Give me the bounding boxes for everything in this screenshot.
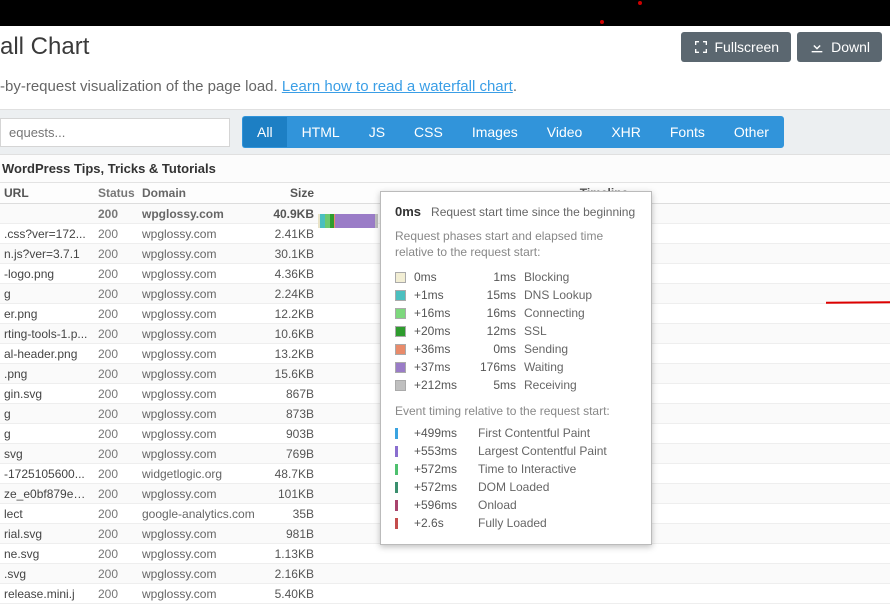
event-row: +2.6sFully Loaded [395,514,637,532]
request-tooltip: 0msRequest start time since the beginnin… [380,191,652,545]
phase-row: +1ms15msDNS Lookup [395,286,637,304]
context-title: WordPress Tips, Tricks & Tutorials [0,155,890,183]
phase-row: 0ms1msBlocking [395,268,637,286]
event-row: +553msLargest Contentful Paint [395,442,637,460]
fullscreen-button[interactable]: Fullscreen [681,32,792,62]
phase-row: +16ms16msConnecting [395,304,637,322]
waterfall-grid: URL Status Domain Size Timeline 200 wpgl… [0,183,890,604]
col-size-header[interactable]: Size [268,183,318,203]
filter-tab-css[interactable]: CSS [399,116,457,148]
download-icon [809,39,825,55]
filter-tab-other[interactable]: Other [719,116,784,148]
filter-tabs: AllHTMLJSCSSImagesVideoXHRFontsOther [242,116,784,148]
event-row: +499msFirst Contentful Paint [395,424,637,442]
filter-tab-js[interactable]: JS [354,116,399,148]
filter-tab-all[interactable]: All [242,116,287,148]
filter-tab-video[interactable]: Video [532,116,597,148]
col-domain-header[interactable]: Domain [138,183,268,203]
filter-tab-fonts[interactable]: Fonts [655,116,719,148]
filter-bar: AllHTMLJSCSSImagesVideoXHRFontsOther [0,109,890,155]
table-row[interactable]: .svg200wpglossy.com2.16KB [0,564,890,584]
waterfall-docs-link[interactable]: Learn how to read a waterfall chart [282,78,513,95]
table-row[interactable]: release.mini.j200wpglossy.com5.40KB [0,584,890,604]
col-url-header[interactable]: URL [0,183,94,203]
waterfall-bar [318,214,378,228]
event-row: +572msDOM Loaded [395,478,637,496]
filter-requests-input[interactable] [0,118,230,147]
filter-tab-xhr[interactable]: XHR [596,116,655,148]
event-row: +572msTime to Interactive [395,460,637,478]
description: -by-request visualization of the page lo… [0,68,890,109]
fullscreen-icon [693,39,709,55]
filter-tab-images[interactable]: Images [457,116,532,148]
page-title: all Chart [0,33,89,61]
page-header: all Chart Fullscreen Downl [0,26,890,68]
filter-tab-html[interactable]: HTML [287,116,354,148]
col-status-header[interactable]: Status [94,183,138,203]
event-row: +596msOnload [395,496,637,514]
phase-row: +212ms5msReceiving [395,376,637,394]
phase-row: +36ms0msSending [395,340,637,358]
phase-row: +20ms12msSSL [395,322,637,340]
phase-row: +37ms176msWaiting [395,358,637,376]
download-button[interactable]: Downl [797,32,882,62]
table-row[interactable]: ne.svg200wpglossy.com1.13KB [0,544,890,564]
